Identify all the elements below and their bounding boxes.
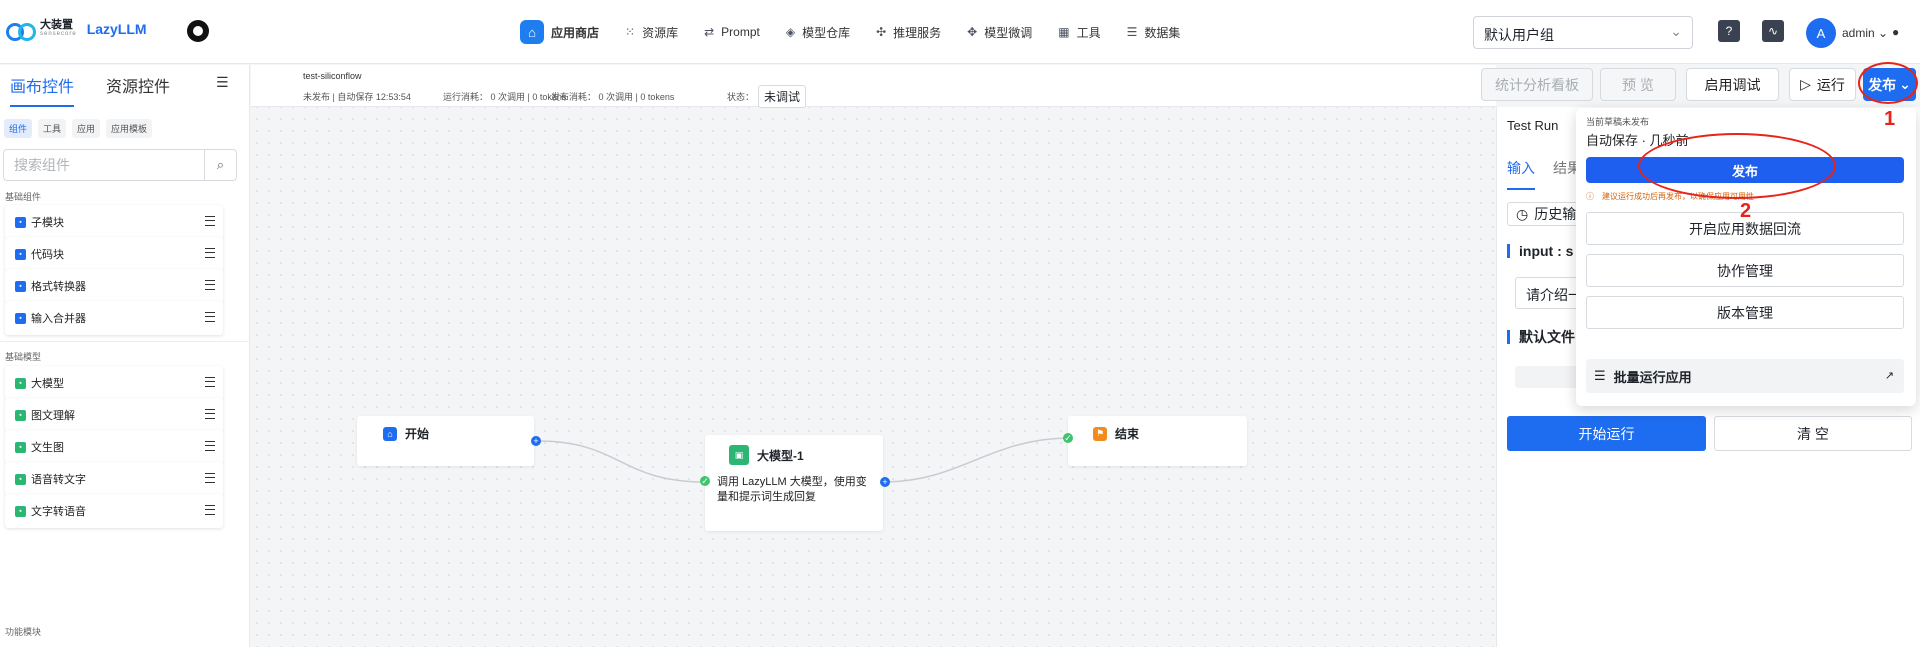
tab-input[interactable]: 输入 [1507,158,1535,190]
history-icon: ◷ [1516,205,1529,222]
node-start[interactable]: ⌂ 开始 + [357,416,541,466]
annotation-circle-2 [1638,133,1836,199]
state-label: 状态： [727,92,755,102]
node-start-title: ⌂ 开始 [383,425,429,442]
annotation-number-1: 1 [1884,108,1896,130]
warning-icon: ⓘ [1586,192,1594,201]
input-port-connected[interactable]: ✓ [1063,433,1073,443]
llm-icon: ▣ [729,445,749,465]
preview-button[interactable]: 预 览 [1600,68,1676,101]
batch-run-button[interactable]: ☰ 批量运行应用 ↗ [1586,359,1904,393]
home-icon: ⌂ [383,426,397,441]
edge-start-to-llm [537,440,706,483]
output-port[interactable]: + [880,477,890,487]
node-llm-description: 调用 LazyLLM 大模型，使用变量和提示词生成回复 [717,476,867,503]
clear-button[interactable]: 清 空 [1714,416,1912,451]
node-llm[interactable]: ▣ 大模型-1 ✓ 调用 LazyLLM 大模型，使用变量和提示词生成回复 + [700,435,890,531]
output-port[interactable]: + [531,436,541,446]
node-end-title: ⚑ 结束 [1093,425,1139,442]
input-field-label: input : s [1507,244,1573,258]
node-label: 大模型-1 [757,448,804,463]
node-label: 开始 [405,427,430,441]
history-label: 历史输 [1534,206,1577,222]
run-button[interactable]: ▷ 运行 [1789,68,1856,101]
run-label: 运行 [1816,76,1845,93]
collaboration-button[interactable]: 协作管理 [1586,254,1904,287]
test-run-title: Test Run [1507,118,1559,133]
play-icon: ▷ [1800,76,1811,92]
annotation-circle-1 [1858,62,1918,104]
default-file-label: 默认文件 [1507,330,1575,344]
node-llm-title: ▣ 大模型-1 [729,445,804,465]
test-run-tabs: 输入 结果 [1507,158,1581,190]
end-icon: ⚑ [1093,426,1107,441]
node-label: 结束 [1115,427,1140,441]
edge-llm-to-end [883,437,1071,483]
draft-note: 当前草稿未发布 [1586,117,1650,127]
enable-debug-button[interactable]: 启用调试 [1686,68,1779,101]
input-port-connected[interactable]: ✓ [700,476,710,486]
annotation-number-2: 2 [1740,200,1752,222]
batch-run-label: 批量运行应用 [1613,369,1692,385]
node-end[interactable]: ✓ ⚑ 结束 [1063,416,1247,466]
analytics-dashboard-button[interactable]: 统计分析看板 [1481,68,1593,101]
run-cost: 运行消耗： 0 次调用 | 0 tokens [443,92,567,102]
external-link-icon: ↗ [1884,370,1894,382]
list-icon: ☰ [1594,368,1606,383]
app-info-bar: test-siliconflow 未发布 | 自动保存 12:53:54 运行消… [251,65,1496,108]
publish-cost: 发布消耗： 0 次调用 | 0 tokens [551,92,675,102]
app-name: test-siliconflow [303,71,362,81]
status-badge: 未调试 [758,85,807,108]
start-run-button[interactable]: 开始运行 [1507,416,1706,451]
version-management-button[interactable]: 版本管理 [1586,296,1904,329]
app-save-status: 未发布 | 自动保存 12:53:54 [303,92,411,102]
